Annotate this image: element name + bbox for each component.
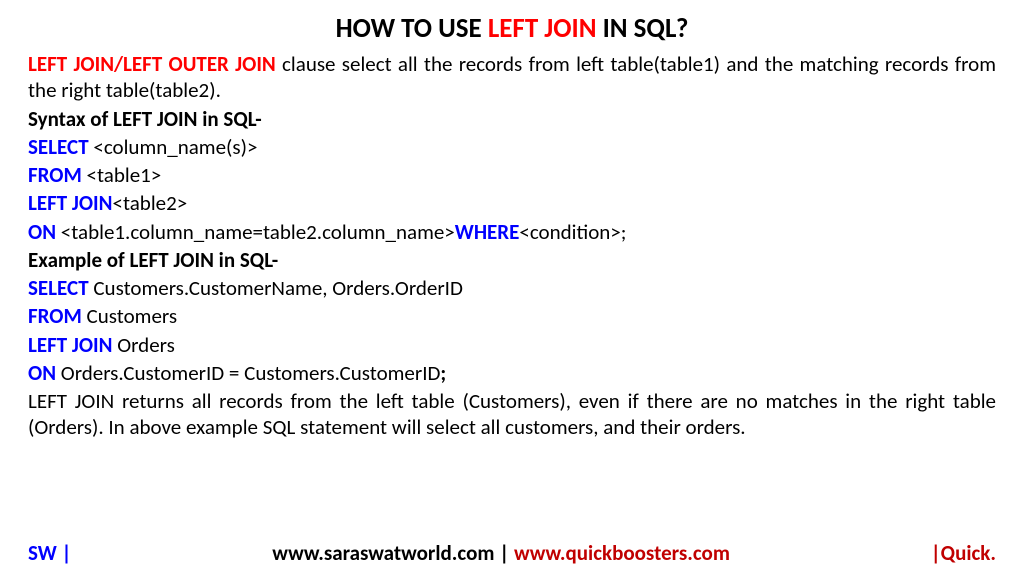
syntax-line-leftjoin: LEFT JOIN<table2> xyxy=(28,190,996,216)
keyword-leftjoin: LEFT JOIN xyxy=(28,190,113,216)
keyword-from: FROM xyxy=(28,162,82,188)
example-line-on: ON Orders.CustomerID = Customers.Custome… xyxy=(28,360,996,386)
syntax-header: Syntax of LEFT JOIN in SQL- xyxy=(28,106,996,132)
footer-link2: www.quickboosters.com xyxy=(514,540,730,566)
syntax-leftjoin-rest: <table2> xyxy=(113,190,188,216)
footer-link1: www.saraswatworld.com | xyxy=(272,540,514,566)
syntax-from-rest: <table1> xyxy=(82,162,161,188)
ex-keyword-from: FROM xyxy=(28,303,82,329)
keyword-on: ON xyxy=(28,219,56,245)
syntax-select-rest: <column_name(s)> xyxy=(89,134,258,160)
title-part2: IN SQL? xyxy=(596,12,688,45)
footer: SW | www.saraswatworld.com | www.quickbo… xyxy=(0,540,1024,566)
ex-keyword-leftjoin: LEFT JOIN xyxy=(28,332,113,358)
title-part1: HOW TO USE xyxy=(336,12,488,45)
ex-from-rest: Customers xyxy=(82,303,177,329)
ex-semicolon: ; xyxy=(440,360,446,386)
content-body: LEFT JOIN/LEFT OUTER JOIN clause select … xyxy=(28,51,996,441)
syntax-on-mid: <table1.column_name=table2.column_name> xyxy=(56,219,455,245)
intro-text: LEFT JOIN/LEFT OUTER JOIN clause select … xyxy=(28,51,996,104)
ex-on-rest: Orders.CustomerID = Customers.CustomerID xyxy=(56,360,440,386)
syntax-line-on: ON <table1.column_name=table2.column_nam… xyxy=(28,219,996,245)
example-line-from: FROM Customers xyxy=(28,303,996,329)
page-title: HOW TO USE LEFT JOIN IN SQL? xyxy=(28,12,996,45)
syntax-line-select: SELECT <column_name(s)> xyxy=(28,134,996,160)
example-line-leftjoin: LEFT JOIN Orders xyxy=(28,332,996,358)
keyword-select: SELECT xyxy=(28,134,89,160)
example-header: Example of LEFT JOIN in SQL- xyxy=(28,247,996,273)
ex-leftjoin-rest: Orders xyxy=(113,332,175,358)
intro-highlight: LEFT JOIN/LEFT OUTER JOIN xyxy=(28,51,276,77)
ex-select-rest: Customers.CustomerName, Orders.OrderID xyxy=(89,275,463,301)
ex-keyword-select: SELECT xyxy=(28,275,89,301)
ex-keyword-on: ON xyxy=(28,360,56,386)
keyword-where: WHERE xyxy=(455,219,520,245)
explanation-text: LEFT JOIN returns all records from the l… xyxy=(28,388,996,441)
syntax-line-from: FROM <table1> xyxy=(28,162,996,188)
syntax-where-rest: <condition>; xyxy=(519,219,626,245)
footer-center: www.saraswatworld.com | www.quickbooster… xyxy=(272,540,730,566)
title-highlight: LEFT JOIN xyxy=(488,12,597,45)
footer-right: |Quick. xyxy=(931,540,996,566)
example-line-select: SELECT Customers.CustomerName, Orders.Or… xyxy=(28,275,996,301)
footer-left: SW | xyxy=(28,540,72,566)
